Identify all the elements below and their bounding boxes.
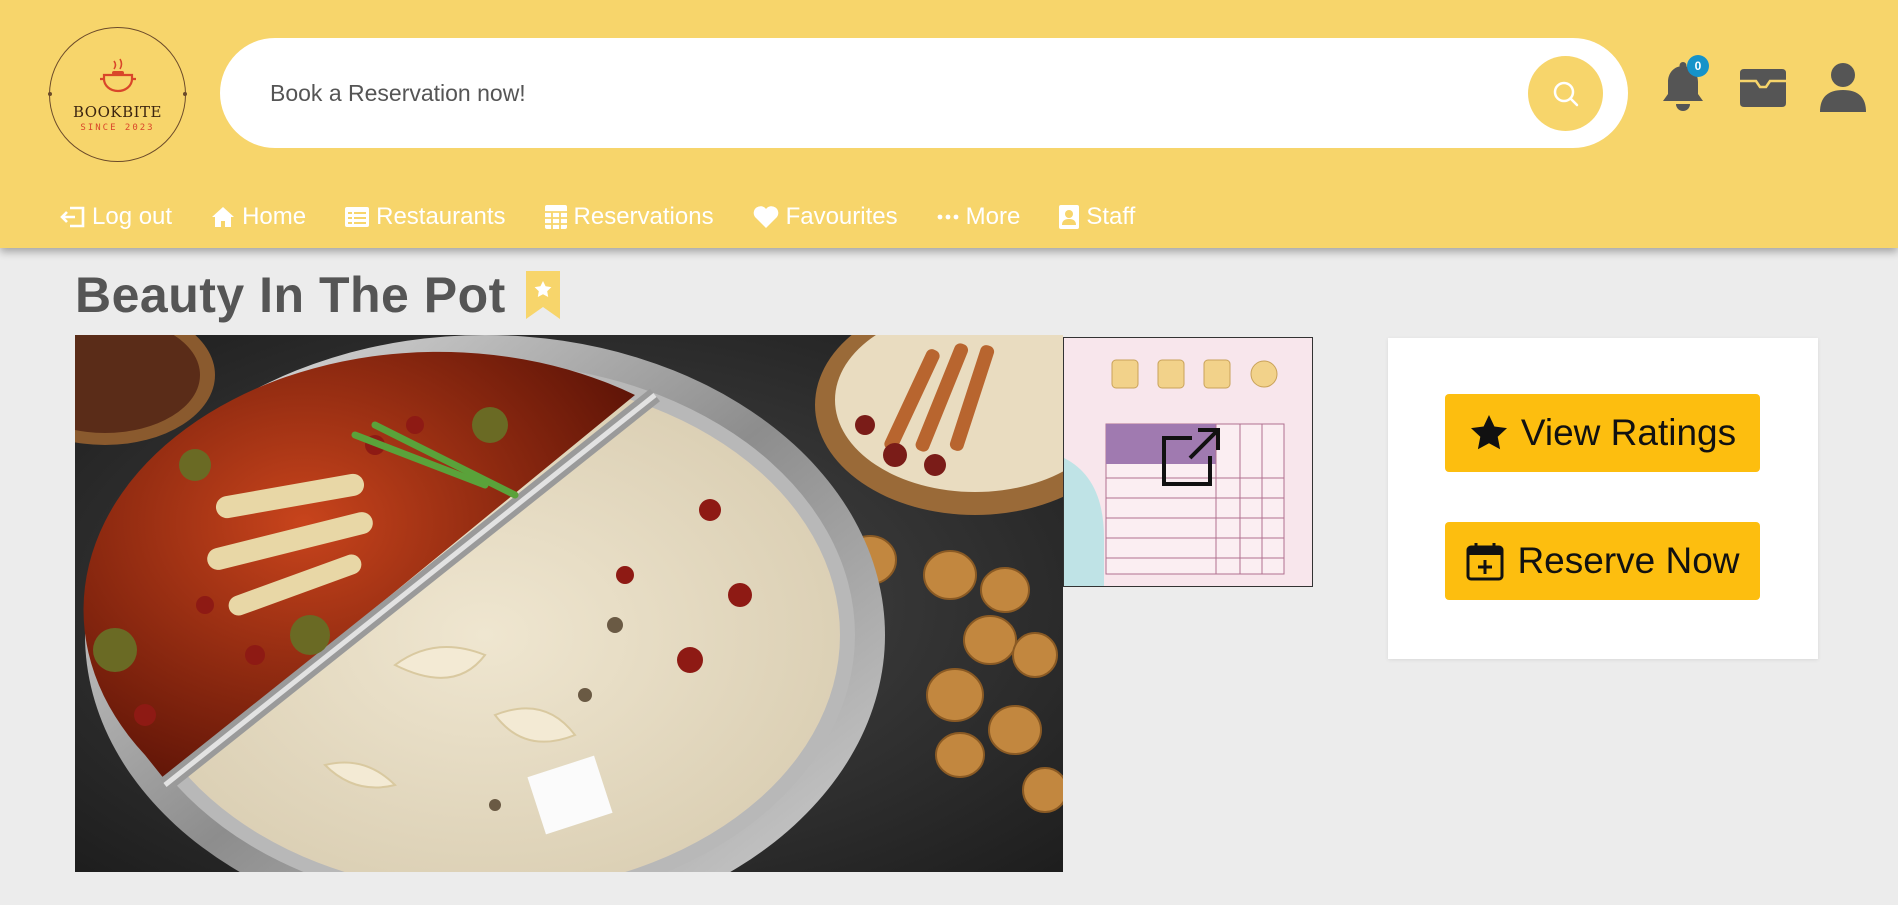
view-ratings-label: View Ratings <box>1520 412 1737 453</box>
nav-label: Home <box>242 203 307 230</box>
search-input[interactable] <box>270 68 1470 118</box>
actions-card: View Ratings Reserve Now <box>1388 338 1818 659</box>
nav-more[interactable]: More <box>936 203 1021 231</box>
nav-restaurants[interactable]: Restaurants <box>344 203 506 231</box>
search-button[interactable] <box>1528 56 1603 131</box>
nav-label: Log out <box>92 203 173 230</box>
logout-icon <box>60 206 85 228</box>
view-ratings-button[interactable]: View Ratings <box>1445 394 1760 472</box>
nav-reservations[interactable]: Reservations <box>544 203 714 231</box>
nav-home[interactable]: Home <box>210 203 306 231</box>
profile-button[interactable] <box>1816 60 1870 116</box>
search-bar <box>220 38 1628 148</box>
search-icon <box>1553 81 1578 106</box>
logo-dot <box>183 92 187 96</box>
restaurant-header: Beauty In The Pot <box>75 266 562 324</box>
bookbite-logo[interactable]: BOOKBITE SINCE 2023 <box>48 27 187 162</box>
logo-dot <box>48 92 52 96</box>
restaurant-name: Beauty In The Pot <box>75 267 506 323</box>
top-header: BOOKBITE SINCE 2023 0 <box>0 0 1898 248</box>
menu-preview-link[interactable] <box>1063 337 1313 587</box>
logo-tagline: SINCE 2023 <box>80 122 155 133</box>
nav-label: Reservations <box>573 203 714 230</box>
calendar-table-icon <box>544 205 567 229</box>
main-nav: Log out Home Restaurants Reservations Fa… <box>60 200 1173 234</box>
home-icon <box>212 207 235 227</box>
list-icon <box>345 207 370 227</box>
nav-logout[interactable]: Log out <box>60 203 172 231</box>
wallet-button[interactable] <box>1736 60 1790 116</box>
nav-label: More <box>965 203 1021 230</box>
reserve-now-button[interactable]: Reserve Now <box>1445 522 1760 600</box>
calendar-plus-icon <box>1466 543 1504 581</box>
nav-label: Staff <box>1086 203 1136 230</box>
nav-favourites[interactable]: Favourites <box>752 203 898 231</box>
user-icon <box>1820 63 1866 112</box>
logo-name: BOOKBITE <box>72 102 162 121</box>
id-badge-icon <box>1059 205 1080 229</box>
restaurant-photo <box>75 335 1063 872</box>
wallet-icon <box>1740 69 1786 107</box>
heart-icon <box>753 206 778 228</box>
nav-staff[interactable]: Staff <box>1058 203 1135 231</box>
reserve-now-label: Reserve Now <box>1517 540 1740 581</box>
nav-label: Favourites <box>785 203 898 230</box>
nav-label: Restaurants <box>376 203 506 230</box>
notification-count-badge: 0 <box>1687 55 1709 77</box>
external-link-icon <box>1162 428 1220 486</box>
bookmark-icon[interactable] <box>524 269 562 321</box>
hotpot-icon <box>99 58 136 92</box>
star-icon <box>1470 415 1507 450</box>
ellipsis-icon <box>937 214 959 220</box>
